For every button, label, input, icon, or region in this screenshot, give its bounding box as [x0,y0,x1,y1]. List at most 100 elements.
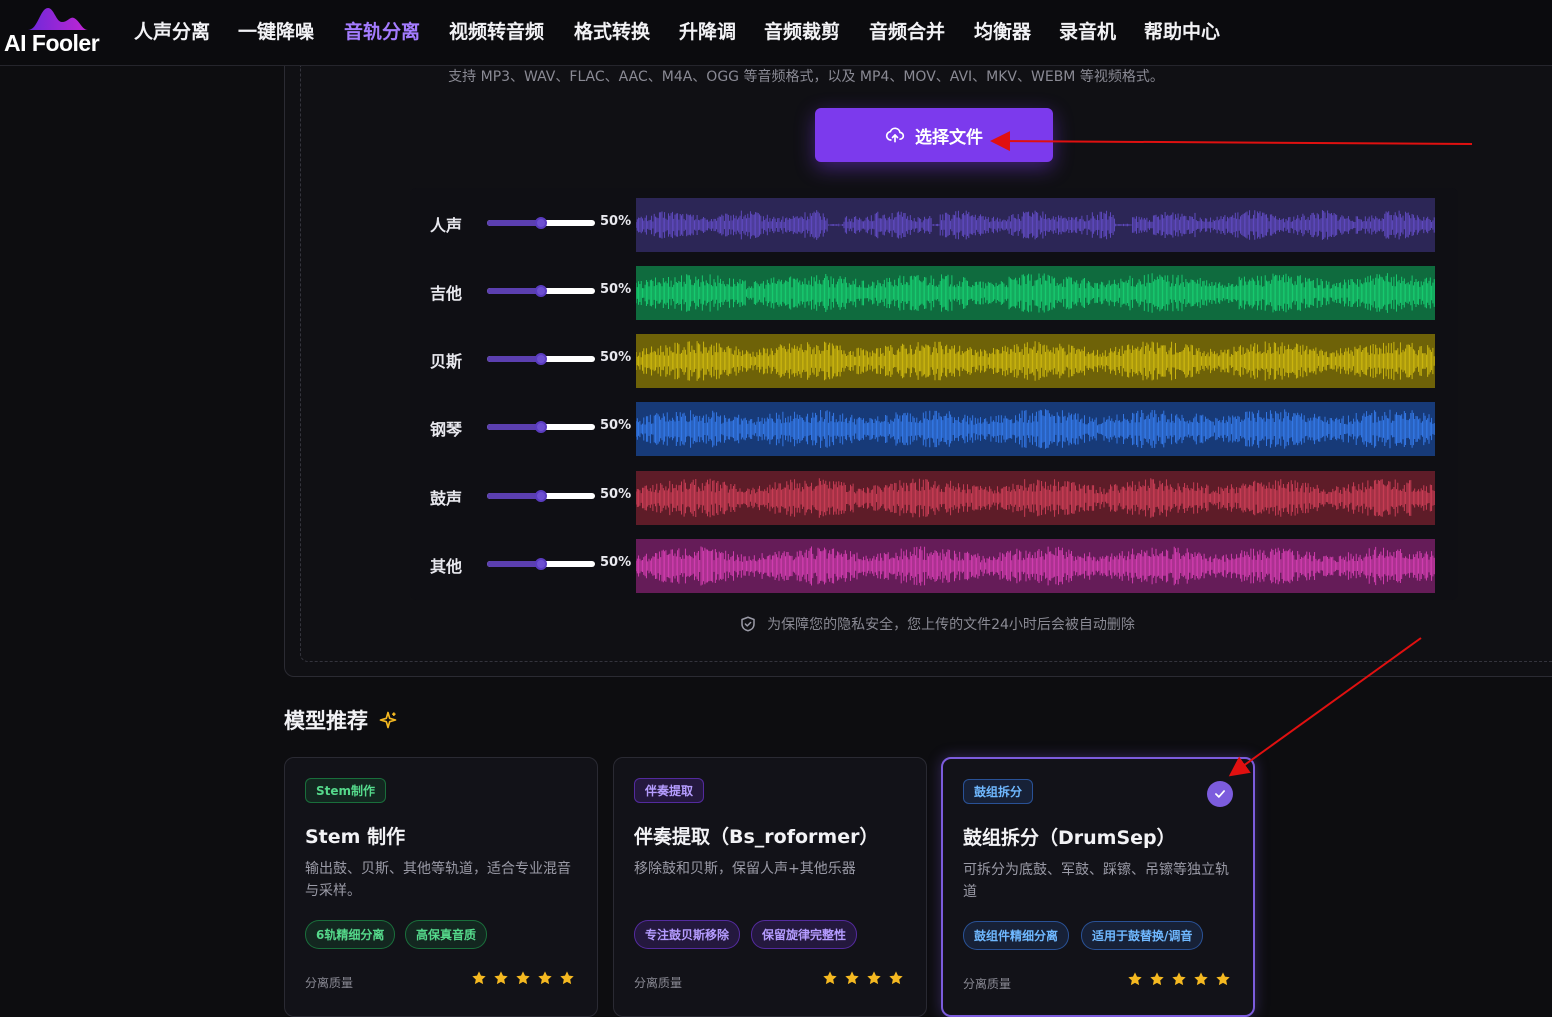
waveform [636,198,1435,252]
quality-label: 分离质量 [963,977,1012,991]
model-title: 伴奏提取（Bs_roformer） [634,826,879,848]
track-row: 人声 50% [410,196,1458,252]
waveform [636,471,1435,525]
volume-slider-thumb[interactable] [535,217,547,229]
nav-item-help-center[interactable]: 帮助中心 [1144,17,1220,44]
model-card-drumsep[interactable]: 鼓组拆分 鼓组拆分（DrumSep） 可拆分为底鼓、军鼓、踩镲、吊镲等独立轨道 … [941,757,1255,1017]
model-recommend-heading: 模型推荐 [284,705,398,735]
model-title: Stem 制作 [305,826,406,848]
model-tag: 适用于鼓替换/调音 [1081,921,1204,950]
track-label: 人声 [430,216,463,235]
track-label: 其他 [430,557,463,576]
volume-slider[interactable] [487,558,595,570]
volume-slider[interactable] [487,421,595,433]
model-description: 可拆分为底鼓、军鼓、踩镲、吊镲等独立轨道 [963,862,1229,900]
track-row: 贝斯 50% [410,332,1458,388]
star-icon [1216,972,1230,986]
volume-slider[interactable] [487,353,595,365]
nav-item-format-convert[interactable]: 格式转换 [574,17,650,44]
volume-percent: 50% [600,214,632,229]
star-icon [889,971,903,985]
star-icon [516,971,530,985]
model-card-accompaniment[interactable]: 伴奏提取 伴奏提取（Bs_roformer） 移除鼓和贝斯，保留人声+其他乐器 … [613,757,927,1017]
quality-label: 分离质量 [634,976,683,990]
star-icon [472,971,486,985]
nav-item-recorder[interactable]: 录音机 [1059,17,1116,44]
quality-stars [471,970,575,986]
nav-item-pitch-shift[interactable]: 升降调 [679,17,736,44]
supported-formats-text: 支持 MP3、WAV、FLAC、AAC、M4A、OGG 等音频格式，以及 MP4… [448,69,1164,85]
volume-slider-fill [487,561,541,567]
choose-file-label: 选择文件 [915,127,983,148]
shield-check-icon [741,616,755,632]
volume-slider-thumb[interactable] [535,421,547,433]
track-label: 贝斯 [430,352,463,371]
star-icon [823,971,837,985]
volume-slider-fill [487,493,541,499]
choose-file-button[interactable]: 选择文件 [815,108,1053,162]
logo-wave-icon [28,8,88,30]
nav-item-video-to-audio[interactable]: 视频转音频 [449,17,544,44]
track-row: 鼓声 50% [410,469,1458,525]
waveform [636,266,1435,320]
track-row: 其他 50% [410,537,1458,593]
cloud-upload-icon [885,127,905,143]
model-badge: 鼓组拆分 [963,779,1034,804]
volume-percent: 50% [600,350,632,365]
star-icon [867,971,881,985]
star-icon [1128,972,1142,986]
nav-item-vocal-separation[interactable]: 人声分离 [134,17,210,44]
nav-item-track-separation[interactable]: 音轨分离 [344,17,420,44]
quality-stars [1127,971,1231,987]
track-label: 鼓声 [430,489,463,508]
volume-slider-thumb[interactable] [535,285,547,297]
volume-percent: 50% [600,418,632,433]
model-recommend-title: 模型推荐 [284,709,368,733]
volume-slider[interactable] [487,490,595,502]
quality-stars [822,970,904,986]
logo[interactable]: AI Fooler [4,6,114,60]
model-description: 移除鼓和贝斯，保留人声+其他乐器 [634,861,856,877]
model-tag: 专注鼓贝斯移除 [634,920,741,949]
privacy-notice: 为保障您的隐私安全，您上传的文件24小时后会被自动删除 [284,614,1552,634]
waveform [636,402,1435,456]
track-row: 钢琴 50% [410,400,1458,456]
track-row: 吉他 50% [410,264,1458,320]
volume-slider[interactable] [487,285,595,297]
model-badge: Stem制作 [305,778,387,803]
model-description: 输出鼓、贝斯、其他等轨道，适合专业混音与采样。 [305,861,571,899]
waveform [636,539,1435,593]
model-tag: 鼓组件精细分离 [963,921,1070,950]
top-nav: AI Fooler 人声分离 一键降噪 音轨分离 视频转音频 格式转换 升降调 … [0,0,1552,66]
model-tag: 高保真音质 [405,920,488,949]
nav-item-audio-merge[interactable]: 音频合并 [869,17,945,44]
star-icon [1150,972,1164,986]
star-icon [538,971,552,985]
volume-slider-fill [487,288,541,294]
volume-slider-thumb[interactable] [535,490,547,502]
volume-percent: 50% [600,487,632,502]
volume-slider[interactable] [487,217,595,229]
volume-percent: 50% [600,555,632,570]
volume-slider-fill [487,220,541,226]
waveform [636,334,1435,388]
volume-slider-thumb[interactable] [535,353,547,365]
star-icon [1172,972,1186,986]
selected-check-icon [1207,781,1233,807]
model-tag: 6轨精细分离 [305,920,396,949]
nav-item-audio-trim[interactable]: 音频裁剪 [764,17,840,44]
sparkle-icon [379,711,397,729]
star-icon [1194,972,1208,986]
model-badge: 伴奏提取 [634,778,705,803]
track-label: 吉他 [430,284,463,303]
model-title: 鼓组拆分（DrumSep） [963,827,1176,849]
star-icon [560,971,574,985]
model-card-stem[interactable]: Stem制作 Stem 制作 输出鼓、贝斯、其他等轨道，适合专业混音与采样。 6… [284,757,598,1017]
nav-item-denoise[interactable]: 一键降噪 [238,17,314,44]
quality-label: 分离质量 [305,976,354,990]
nav-item-equalizer[interactable]: 均衡器 [974,17,1031,44]
star-icon [845,971,859,985]
volume-slider-thumb[interactable] [535,558,547,570]
privacy-text: 为保障您的隐私安全，您上传的文件24小时后会被自动删除 [767,617,1135,633]
track-label: 钢琴 [430,420,463,439]
